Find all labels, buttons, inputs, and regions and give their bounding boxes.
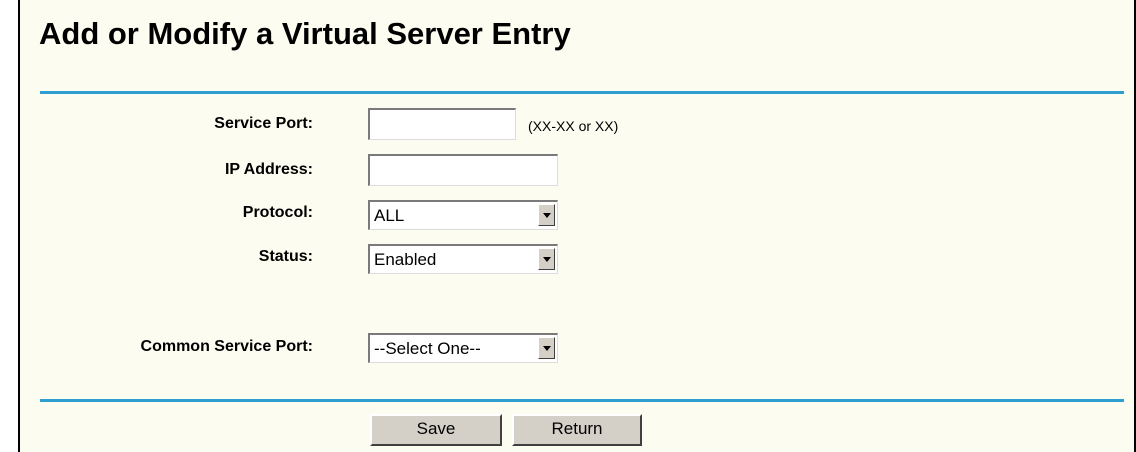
service-port-format-hint: (XX-XX or XX) (528, 118, 619, 134)
bottom-divider (40, 399, 1124, 402)
page-title: Add or Modify a Virtual Server Entry (39, 16, 571, 51)
chevron-down-icon (543, 213, 551, 218)
service-port-input[interactable] (368, 108, 516, 140)
protocol-dropdown-button[interactable] (538, 204, 555, 226)
ip-address-input[interactable] (368, 154, 558, 186)
chevron-down-icon (543, 257, 551, 262)
virtual-server-panel: Add or Modify a Virtual Server Entry Ser… (18, 0, 1136, 452)
ip-address-label: IP Address: (224, 161, 313, 178)
protocol-selected-value: ALL (374, 206, 405, 225)
common-service-port-selected-value: --Select One-- (374, 339, 481, 358)
service-port-label: Service Port: (214, 115, 313, 132)
chevron-down-icon (543, 346, 551, 351)
common-service-port-dropdown-button[interactable] (538, 337, 555, 359)
return-button[interactable]: Return (512, 414, 642, 446)
protocol-select[interactable]: ALL (368, 200, 558, 230)
common-service-port-label: Common Service Port: (140, 338, 313, 355)
status-dropdown-button[interactable] (538, 248, 555, 270)
save-button[interactable]: Save (370, 414, 502, 446)
protocol-label: Protocol: (242, 204, 313, 221)
title-row: Add or Modify a Virtual Server Entry (20, 14, 1134, 54)
status-label: Status: (258, 248, 313, 265)
top-divider (40, 91, 1124, 94)
status-select[interactable]: Enabled (368, 244, 558, 274)
status-selected-value: Enabled (374, 250, 437, 269)
common-service-port-select[interactable]: --Select One-- (368, 333, 558, 363)
